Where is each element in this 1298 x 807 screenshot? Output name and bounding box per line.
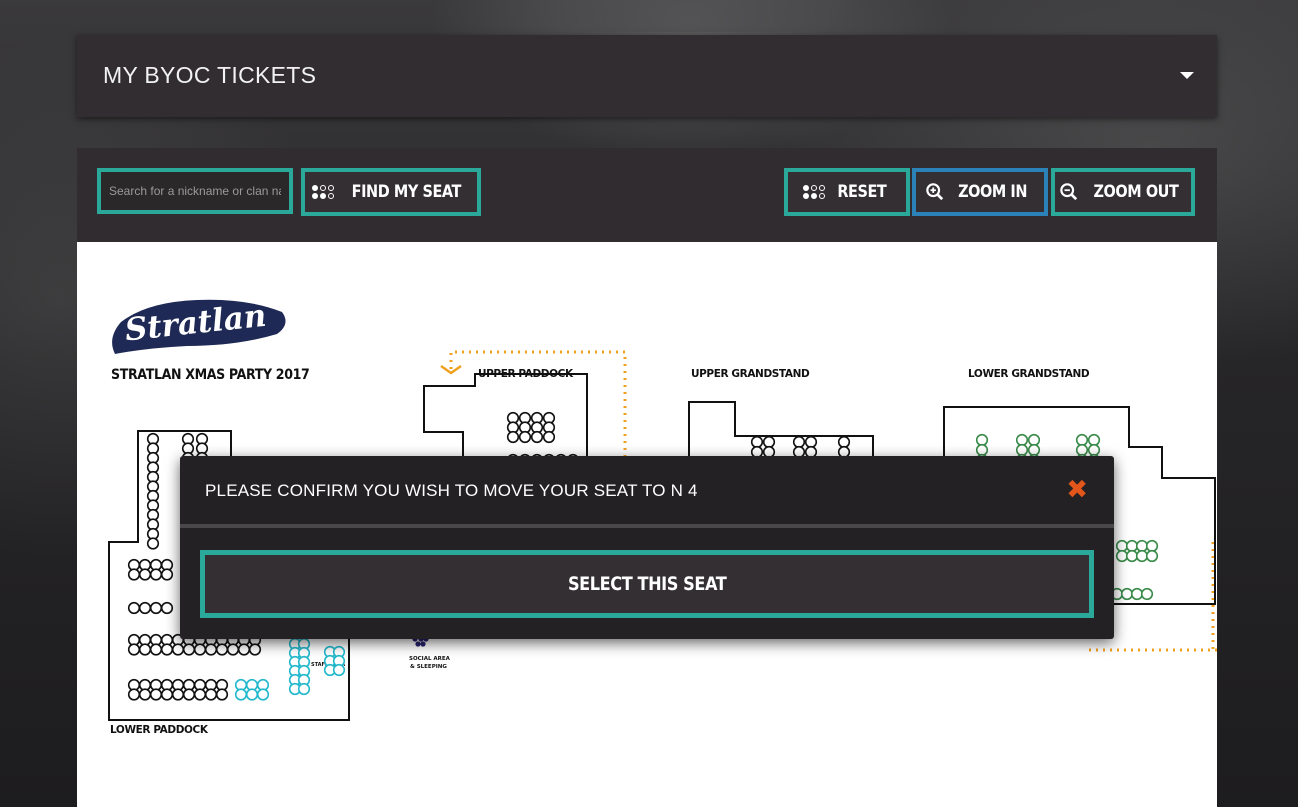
seat <box>1135 549 1149 563</box>
seat-toolbar: FIND MY SEAT RESET ZOOM IN ZOOM OUT <box>77 148 1217 242</box>
zoom-in-button[interactable]: ZOOM IN <box>912 168 1048 216</box>
lower-grandstand-label: LOWER GRANDSTAND <box>968 368 1090 380</box>
seat-grid-icon <box>803 185 826 199</box>
seat <box>204 643 218 656</box>
close-icon[interactable]: ✖ <box>1066 477 1088 503</box>
seat <box>127 688 141 701</box>
sleeping-label: & SLEEPING <box>410 664 447 670</box>
find-my-seat-button[interactable]: FIND MY SEAT <box>301 168 481 216</box>
seat <box>1145 539 1159 553</box>
seat <box>1015 443 1029 457</box>
seat <box>750 435 764 449</box>
seat <box>1140 587 1154 601</box>
seat <box>542 430 556 444</box>
lower-paddock-label: LOWER PADDOCK <box>110 724 208 736</box>
background-screen <box>560 0 830 32</box>
seat <box>215 688 229 701</box>
search-input[interactable] <box>101 172 289 210</box>
seat <box>1125 539 1139 553</box>
seat <box>530 430 544 444</box>
seat <box>1125 549 1139 563</box>
page-title: MY BYOC TICKETS <box>103 62 317 88</box>
seat <box>160 601 174 615</box>
seat <box>193 643 207 656</box>
dialog-message: PLEASE CONFIRM YOU WISH TO MOVE YOUR SEA… <box>205 481 698 500</box>
seat <box>1120 587 1134 601</box>
seat <box>1115 549 1129 563</box>
seat <box>297 682 311 696</box>
seat <box>149 688 163 701</box>
seat-grid-icon <box>311 185 334 199</box>
seat <box>1087 443 1101 457</box>
seat <box>1075 433 1089 447</box>
seat <box>138 601 152 615</box>
seat <box>138 568 152 581</box>
seat <box>160 643 174 656</box>
zoom-out-button[interactable]: ZOOM OUT <box>1051 168 1195 216</box>
seat <box>332 663 346 677</box>
seat <box>975 443 989 457</box>
seat <box>215 643 229 656</box>
seat <box>1087 433 1101 447</box>
social-area-label: SOCIAL AREA <box>409 656 451 662</box>
seat <box>171 643 185 656</box>
seat <box>138 688 152 701</box>
seat <box>975 433 989 447</box>
zoom-out-icon <box>1060 183 1078 201</box>
seat <box>506 430 520 444</box>
tickets-header[interactable]: MY BYOC TICKETS <box>77 35 1217 117</box>
seat <box>138 643 152 656</box>
seat <box>1115 539 1129 553</box>
zoom-in-label: ZOOM IN <box>958 182 1028 202</box>
seat <box>171 688 185 701</box>
seat <box>149 568 163 581</box>
seat <box>248 643 262 656</box>
seat <box>1130 587 1144 601</box>
caret-down-icon[interactable] <box>1180 72 1194 79</box>
find-my-seat-label: FIND MY SEAT <box>351 182 461 202</box>
seat <box>237 643 251 656</box>
seat <box>204 688 218 701</box>
seat <box>804 435 818 449</box>
select-this-seat-button[interactable]: SELECT THIS SEAT <box>200 550 1094 618</box>
seat <box>1027 443 1041 457</box>
event-title: STRATLAN XMAS PARTY 2017 <box>111 367 310 383</box>
seat <box>1015 433 1029 447</box>
seat <box>792 435 806 449</box>
seat <box>193 688 207 701</box>
seat <box>1027 433 1041 447</box>
seat <box>837 435 851 449</box>
upper-grandstand-label: UPPER GRANDSTAND <box>691 368 810 380</box>
seat <box>762 435 776 449</box>
reset-button[interactable]: RESET <box>784 168 910 216</box>
seat <box>245 688 259 701</box>
stratlan-logo: Stratlan <box>112 298 286 354</box>
search-field[interactable] <box>97 168 293 214</box>
seat <box>234 688 248 701</box>
seat <box>182 643 196 656</box>
seat <box>160 688 174 701</box>
seat <box>127 568 141 581</box>
zoom-out-label: ZOOM OUT <box>1093 182 1179 202</box>
seat <box>1135 539 1149 553</box>
seat <box>146 537 160 550</box>
reset-label: RESET <box>837 182 887 202</box>
seat <box>226 643 240 656</box>
seat <box>149 643 163 656</box>
seat <box>149 601 163 615</box>
upper-paddock-label: UPPER PADDOCK <box>478 368 573 380</box>
zoom-in-icon <box>926 183 944 201</box>
seat <box>1145 549 1159 563</box>
seat <box>518 430 532 444</box>
confirm-seat-dialog: PLEASE CONFIRM YOU WISH TO MOVE YOUR SEA… <box>180 456 1114 639</box>
select-this-seat-label: SELECT THIS SEAT <box>567 573 727 595</box>
seat <box>127 601 141 615</box>
divider <box>180 524 1114 528</box>
seat <box>256 688 270 701</box>
seat <box>160 568 174 581</box>
seat <box>127 643 141 656</box>
seat <box>1075 443 1089 457</box>
seat <box>182 688 196 701</box>
